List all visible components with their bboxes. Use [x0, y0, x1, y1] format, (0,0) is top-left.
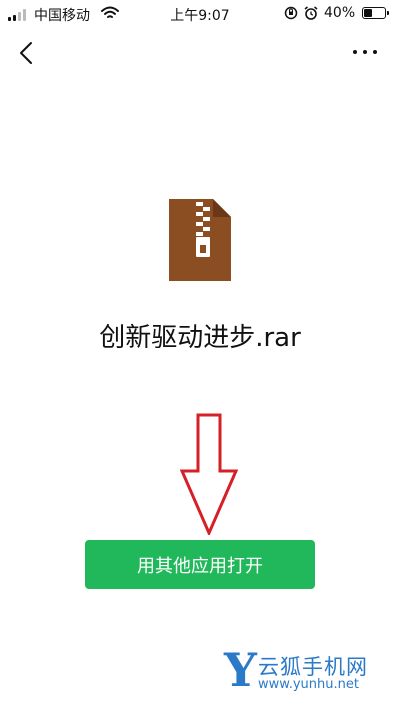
orientation-lock-icon — [284, 6, 298, 20]
alarm-icon — [304, 6, 318, 20]
status-bar: 中国移动 上午9:07 40% — [0, 0, 400, 28]
chevron-left-icon — [20, 42, 32, 64]
open-with-other-app-button[interactable]: 用其他应用打开 — [85, 540, 315, 589]
more-options-button[interactable] — [348, 38, 384, 66]
archive-file-icon — [169, 199, 231, 281]
watermark-letter: Y — [224, 643, 257, 697]
battery-percentage: 40% — [324, 5, 356, 21]
file-name: 创新驱动进步.rar — [99, 323, 301, 353]
back-button[interactable] — [12, 38, 42, 68]
down-arrow-icon — [180, 413, 238, 535]
watermark-url: www.yunhu.net — [258, 677, 359, 692]
watermark-logo: Y 云狐手机网 www.yunhu.net — [222, 645, 400, 705]
battery-icon — [362, 7, 389, 19]
